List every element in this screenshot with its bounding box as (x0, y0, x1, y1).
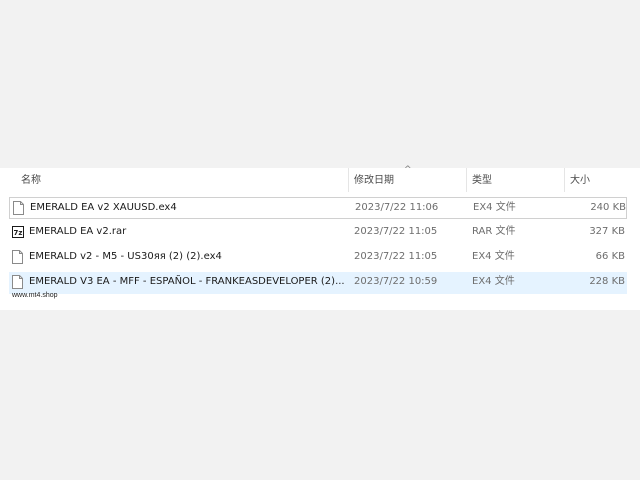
file-list-view: 名称 ^ 修改日期 类型 大小 EMERALD EA v2 XAUUSD.ex4… (0, 165, 640, 310)
file-row[interactable]: EMERALD V3 EA - MFF - ESPAÑOL - FRANKEAS… (9, 272, 627, 294)
file-row[interactable]: 7z EMERALD EA v2.rar 2023/7/22 11:05 RAR… (9, 222, 627, 244)
column-header-type[interactable]: 类型 (472, 173, 492, 189)
watermark-text: www.mt4.shop (12, 292, 58, 299)
column-divider[interactable] (348, 168, 349, 192)
column-header-bar: 名称 ^ 修改日期 类型 大小 (0, 165, 640, 192)
file-icon (12, 250, 23, 264)
file-name: EMERALD EA v2 XAUUSD.ex4 (30, 202, 177, 213)
file-name: EMERALD V3 EA - MFF - ESPAÑOL - FRANKEAS… (29, 276, 345, 287)
7zip-archive-icon: 7z (12, 226, 24, 238)
screenshot-canvas: 名称 ^ 修改日期 类型 大小 EMERALD EA v2 XAUUSD.ex4… (0, 0, 640, 480)
file-type: RAR 文件 (472, 226, 516, 237)
file-icon (13, 201, 24, 215)
file-modified-date: 2023/7/22 10:59 (354, 276, 438, 287)
column-header-name[interactable]: 名称 (21, 173, 41, 189)
file-type: EX4 文件 (472, 251, 515, 262)
file-icon (12, 275, 23, 289)
file-name: EMERALD v2 - M5 - US30яя (2) (2).ex4 (29, 251, 222, 262)
file-row[interactable]: EMERALD EA v2 XAUUSD.ex4 2023/7/22 11:06… (9, 197, 627, 219)
column-divider[interactable] (564, 168, 565, 192)
file-type: EX4 文件 (473, 202, 516, 213)
column-header-modified[interactable]: 修改日期 (354, 173, 394, 189)
sort-ascending-icon: ^ (404, 165, 412, 175)
file-size: 240 KB (590, 202, 626, 213)
column-divider[interactable] (466, 168, 467, 192)
file-size: 66 KB (595, 251, 625, 262)
file-modified-date: 2023/7/22 11:06 (355, 202, 439, 213)
file-modified-date: 2023/7/22 11:05 (354, 251, 438, 262)
column-header-size[interactable]: 大小 (570, 173, 590, 189)
file-size: 228 KB (589, 276, 625, 287)
file-modified-date: 2023/7/22 11:05 (354, 226, 438, 237)
svg-text:7z: 7z (14, 229, 23, 237)
file-row[interactable]: EMERALD v2 - M5 - US30яя (2) (2).ex4 202… (9, 247, 627, 269)
file-name: EMERALD EA v2.rar (29, 226, 127, 237)
file-size: 327 KB (589, 226, 625, 237)
file-type: EX4 文件 (472, 276, 515, 287)
